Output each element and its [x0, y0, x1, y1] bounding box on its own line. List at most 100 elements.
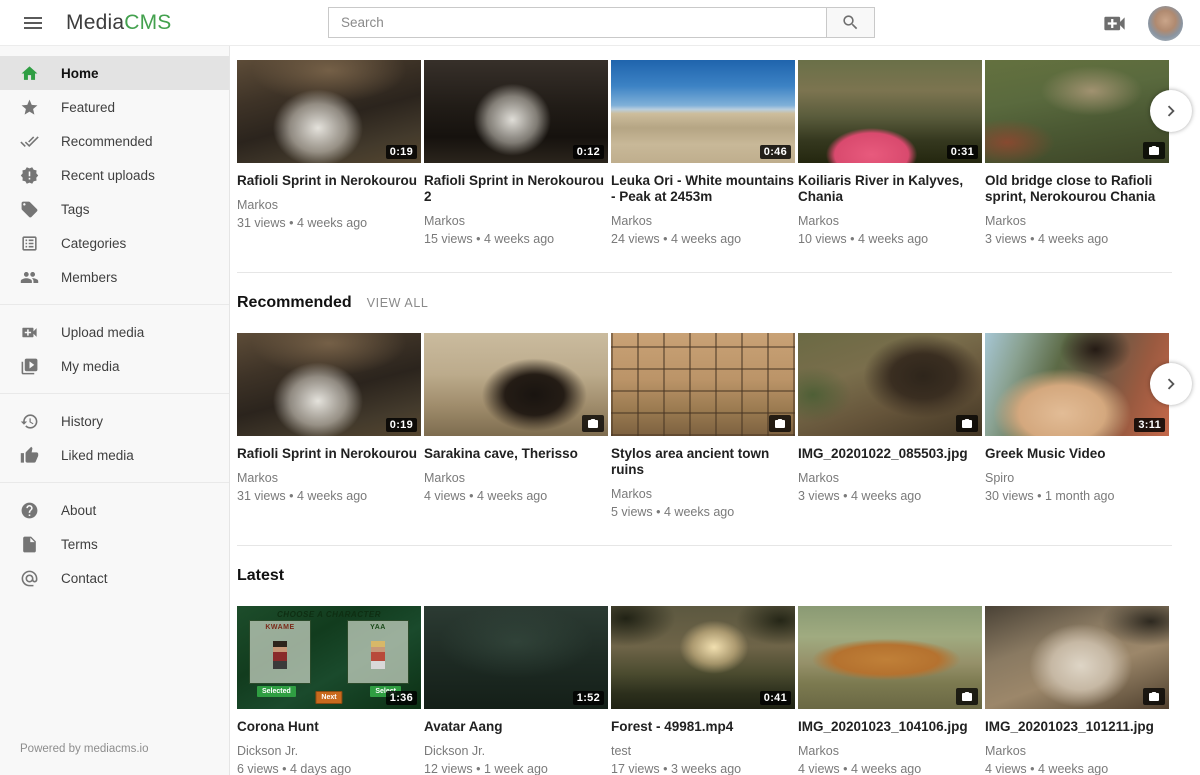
search-input[interactable]	[329, 8, 826, 37]
thumb-up-icon	[20, 446, 39, 465]
sidebar-item-members[interactable]: Members	[0, 260, 229, 294]
duration-badge: 0:12	[573, 145, 604, 159]
sidebar-item-categories[interactable]: Categories	[0, 226, 229, 260]
menu-button[interactable]	[17, 7, 49, 39]
sidebar-item-featured[interactable]: Featured	[0, 90, 229, 124]
media-title[interactable]: Leuka Ori - White mountains - Peak at 24…	[611, 173, 795, 205]
media-thumbnail[interactable]: 0:41	[611, 606, 795, 709]
history-icon	[20, 412, 39, 431]
media-card[interactable]: Choose a Character Kwame Yaa Selected Ne…	[237, 606, 421, 775]
media-title[interactable]: Greek Music Video	[985, 446, 1169, 462]
search-button[interactable]	[826, 8, 874, 37]
media-thumbnail[interactable]	[985, 60, 1169, 163]
media-thumbnail[interactable]	[611, 333, 795, 436]
media-card[interactable]: Old bridge close to Rafioli sprint, Nero…	[985, 60, 1169, 246]
media-thumbnail[interactable]	[798, 606, 982, 709]
media-title[interactable]: Avatar Aang	[424, 719, 608, 735]
media-thumbnail[interactable]	[424, 333, 608, 436]
sidebar-item-about[interactable]: About	[0, 493, 229, 527]
media-thumbnail[interactable]: 0:31	[798, 60, 982, 163]
media-author[interactable]: Dickson Jr.	[237, 744, 421, 758]
sidebar-item-upload-media[interactable]: Upload media	[0, 315, 229, 349]
media-thumbnail[interactable]: Choose a Character Kwame Yaa Selected Ne…	[237, 606, 421, 709]
media-thumbnail[interactable]: 0:19	[237, 333, 421, 436]
media-title[interactable]: IMG_20201023_101211.jpg	[985, 719, 1169, 735]
section-title: Recommended	[237, 294, 352, 312]
media-card[interactable]: 1:52 Avatar Aang Dickson Jr. 12 views • …	[424, 606, 608, 775]
chevron-right-icon	[1160, 100, 1182, 122]
media-title[interactable]: Stylos area ancient town ruins	[611, 446, 795, 478]
scroll-right-button[interactable]	[1150, 90, 1192, 132]
media-card[interactable]: IMG_20201022_085503.jpg Markos 3 views •…	[798, 333, 982, 519]
media-card[interactable]: 0:12 Rafioli Sprint in Nerokourou 2 Mark…	[424, 60, 608, 246]
media-title[interactable]: IMG_20201022_085503.jpg	[798, 446, 982, 462]
sidebar-item-my-media[interactable]: My media	[0, 349, 229, 383]
media-author[interactable]: Spiro	[985, 471, 1169, 485]
sidebar-item-label: Upload media	[61, 325, 144, 340]
media-card[interactable]: 0:46 Leuka Ori - White mountains - Peak …	[611, 60, 795, 246]
media-card[interactable]: 0:41 Forest - 49981.mp4 test 17 views • …	[611, 606, 795, 775]
media-card[interactable]: 0:19 Rafioli Sprint in Nerokourou Markos…	[237, 60, 421, 246]
media-author[interactable]: Markos	[985, 214, 1169, 228]
media-author[interactable]: Markos	[611, 214, 795, 228]
media-author[interactable]: Markos	[798, 214, 982, 228]
media-thumbnail[interactable]	[798, 333, 982, 436]
media-author[interactable]: Markos	[985, 744, 1169, 758]
sidebar-item-home[interactable]: Home	[0, 56, 229, 90]
sidebar-item-history[interactable]: History	[0, 404, 229, 438]
media-title[interactable]: Koiliaris River in Kalyves, Chania	[798, 173, 982, 205]
media-title[interactable]: Rafioli Sprint in Nerokourou	[237, 173, 421, 189]
media-author[interactable]: Markos	[424, 214, 608, 228]
media-card[interactable]: 0:19 Rafioli Sprint in Nerokourou Markos…	[237, 333, 421, 519]
media-author[interactable]: Markos	[611, 487, 795, 501]
media-thumbnail[interactable]: 0:19	[237, 60, 421, 163]
media-card[interactable]: 3:11 Greek Music Video Spiro 30 views • …	[985, 333, 1169, 519]
media-thumbnail[interactable]: 1:52	[424, 606, 608, 709]
media-card[interactable]: Sarakina cave, Therisso Markos 4 views •…	[424, 333, 608, 519]
sidebar-item-contact[interactable]: Contact	[0, 561, 229, 595]
photo-badge	[769, 415, 791, 432]
upload-media-button[interactable]	[1097, 6, 1132, 41]
media-thumbnail[interactable]	[985, 606, 1169, 709]
media-thumbnail[interactable]: 0:12	[424, 60, 608, 163]
list-alt-icon	[20, 234, 39, 253]
section-latest: Latest Choose a Character Kwame Yaa Sele…	[237, 546, 1200, 775]
sidebar-item-tags[interactable]: Tags	[0, 192, 229, 226]
hamburger-icon	[21, 11, 45, 35]
game-character-name: Yaa	[348, 624, 408, 631]
media-author[interactable]: Markos	[798, 744, 982, 758]
media-author[interactable]: Markos	[237, 471, 421, 485]
duration-badge: 0:41	[760, 691, 791, 705]
media-author[interactable]: test	[611, 744, 795, 758]
media-meta: 17 views • 3 weeks ago	[611, 762, 795, 775]
media-title[interactable]: Forest - 49981.mp4	[611, 719, 795, 735]
media-title[interactable]: Corona Hunt	[237, 719, 421, 735]
media-title[interactable]: IMG_20201023_104106.jpg	[798, 719, 982, 735]
sidebar-item-recent-uploads[interactable]: Recent uploads	[0, 158, 229, 192]
media-author[interactable]: Markos	[798, 471, 982, 485]
media-title[interactable]: Rafioli Sprint in Nerokourou	[237, 446, 421, 462]
media-card[interactable]: Stylos area ancient town ruins Markos 5 …	[611, 333, 795, 519]
media-author[interactable]: Markos	[237, 198, 421, 212]
sidebar-nav: HomeFeaturedRecommendedRecent uploadsTag…	[0, 46, 229, 595]
media-card[interactable]: 0:31 Koiliaris River in Kalyves, Chania …	[798, 60, 982, 246]
logo[interactable]: MediaCMS	[66, 11, 171, 35]
view-all-link[interactable]: VIEW ALL	[367, 296, 429, 310]
sidebar-item-recommended[interactable]: Recommended	[0, 124, 229, 158]
media-title[interactable]: Rafioli Sprint in Nerokourou 2	[424, 173, 608, 205]
sidebar-item-liked-media[interactable]: Liked media	[0, 438, 229, 472]
sidebar: HomeFeaturedRecommendedRecent uploadsTag…	[0, 46, 230, 775]
media-thumbnail[interactable]: 0:46	[611, 60, 795, 163]
media-author[interactable]: Dickson Jr.	[424, 744, 608, 758]
media-card[interactable]: IMG_20201023_104106.jpg Markos 4 views •…	[798, 606, 982, 775]
media-title[interactable]: Sarakina cave, Therisso	[424, 446, 608, 462]
logo-media-text: Media	[66, 11, 124, 34]
media-author[interactable]: Markos	[424, 471, 608, 485]
sidebar-item-terms[interactable]: Terms	[0, 527, 229, 561]
avatar[interactable]	[1148, 6, 1183, 41]
logo-cms-text: CMS	[124, 11, 171, 34]
media-title[interactable]: Old bridge close to Rafioli sprint, Nero…	[985, 173, 1169, 205]
media-card[interactable]: IMG_20201023_101211.jpg Markos 4 views •…	[985, 606, 1169, 775]
scroll-right-button[interactable]	[1150, 363, 1192, 405]
media-thumbnail[interactable]: 3:11	[985, 333, 1169, 436]
